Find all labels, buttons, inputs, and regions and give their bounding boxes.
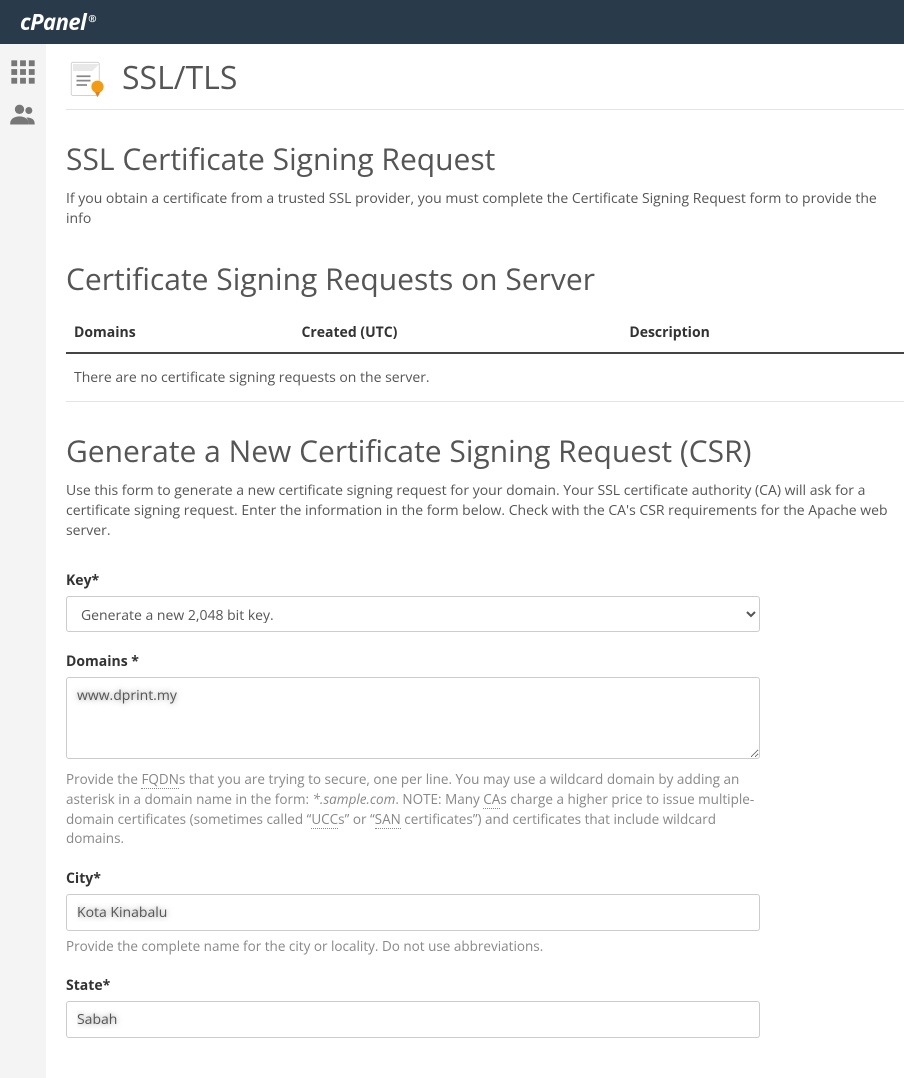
topbar: cPanel® [0,0,904,44]
apps-icon[interactable] [9,58,37,82]
san-abbr: SAN [375,810,401,829]
section-title: SSL Certificate Signing Request [66,138,904,179]
csr-table: Domains Created (UTC) Description There … [66,313,904,402]
ssl-tls-icon [66,57,108,99]
key-select[interactable]: Generate a new 2,048 bit key. [66,596,760,632]
main-content: SSL/TLS SSL Certificate Signing Request … [46,44,904,1078]
users-icon[interactable] [9,100,37,124]
generate-desc: Use this form to generate a new certific… [66,481,904,542]
generate-heading: Generate a New Certificate Signing Reque… [66,430,904,471]
csr-list-heading: Certificate Signing Requests on Server [66,258,904,299]
fqdn-abbr: FQDN [141,770,178,789]
col-created: Created (UTC) [293,313,621,353]
ca-abbr: CA [483,790,500,809]
empty-message: There are no certificate signing request… [66,353,904,402]
col-description: Description [621,313,904,353]
section-desc: If you obtain a certificate from a trust… [66,189,904,230]
field-key: Key* Generate a new 2,048 bit key. [66,571,760,632]
field-state: State* [66,976,760,1038]
page-title: SSL/TLS [122,56,237,99]
col-domains: Domains [66,313,293,353]
key-label: Key* [66,571,760,590]
domains-help: Provide the FQDNs that you are trying to… [66,770,760,848]
state-input[interactable] [66,1001,760,1038]
field-domains: Domains * www.dprint.my Provide the FQDN… [66,652,760,848]
sidebar [0,44,46,1078]
city-help: Provide the complete name for the city o… [66,937,760,957]
domains-label: Domains * [66,652,760,671]
city-label: City* [66,869,760,888]
brand-logo: cPanel® [20,7,94,37]
state-label: State* [66,976,760,995]
ucc-abbr: UCC [311,810,338,829]
field-city: City* Provide the complete name for the … [66,869,760,957]
table-row-empty: There are no certificate signing request… [66,353,904,402]
city-input[interactable] [66,894,760,931]
page-header: SSL/TLS [66,44,904,110]
domains-textarea[interactable]: www.dprint.my [66,677,760,759]
